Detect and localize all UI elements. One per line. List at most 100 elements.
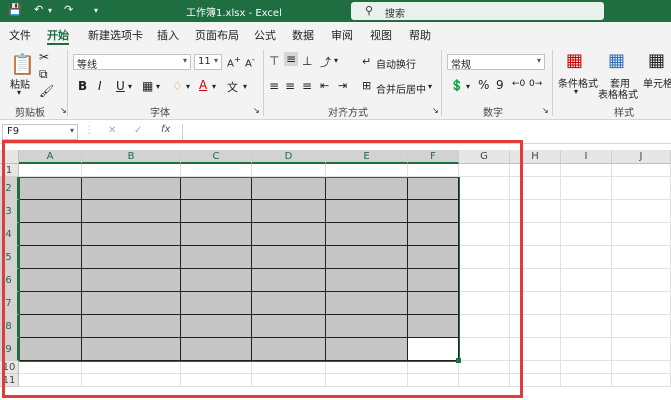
grid-cell[interactable] [561, 374, 612, 387]
font-launcher-icon[interactable]: ↘ [253, 106, 260, 115]
merge-dropdown-icon[interactable]: ▾ [428, 82, 432, 91]
conditional-format-dropdown-icon[interactable]: ▾ [574, 87, 578, 96]
name-box[interactable]: F9 ▾ [2, 124, 78, 140]
grid-cell[interactable] [561, 361, 612, 374]
tab-page-layout[interactable]: 页面布局 [195, 27, 239, 43]
tab-new-tab[interactable]: 新建选项卡 [88, 27, 143, 43]
tab-data[interactable]: 数据 [292, 27, 314, 43]
alignment-launcher-icon[interactable]: ↘ [432, 106, 439, 115]
tab-insert[interactable]: 插入 [157, 27, 179, 43]
number-format-select[interactable]: 常规 ▾ [447, 54, 545, 71]
group-divider [67, 50, 68, 116]
comma-style-button[interactable]: 9 [496, 78, 504, 92]
tab-home[interactable]: 开始 [47, 27, 69, 45]
grid-cell[interactable] [561, 292, 612, 315]
clipboard-launcher-icon[interactable]: ↘ [60, 106, 67, 115]
copy-icon[interactable]: ⧉ [39, 67, 48, 82]
grid-cell[interactable] [612, 177, 671, 200]
orientation-dropdown-icon[interactable]: ▾ [334, 56, 338, 65]
align-center-icon[interactable]: ≡ [285, 79, 295, 93]
redo-icon[interactable]: ↷ [64, 3, 73, 16]
align-bottom-icon[interactable]: ⊥ [302, 54, 312, 68]
accounting-format-icon[interactable]: 💲 [450, 79, 464, 92]
underline-dropdown-icon[interactable]: ▾ [128, 82, 132, 91]
increase-font-icon[interactable]: A+ [227, 54, 241, 69]
grid-cell[interactable] [612, 269, 671, 292]
cancel-formula-button[interactable]: ✕ [108, 125, 116, 136]
search-box[interactable]: ⚲ 搜索 [351, 2, 604, 20]
paste-icon[interactable]: 📋 [10, 52, 35, 76]
increase-indent-icon[interactable]: ⇥ [338, 79, 347, 92]
font-size-select[interactable]: 11 ▾ [194, 54, 222, 70]
grid-cell[interactable] [561, 338, 612, 361]
format-as-table-line2[interactable]: 表格格式 [598, 86, 638, 101]
font-name-select[interactable]: 等线 ▾ [73, 54, 191, 71]
increase-decimal-icon[interactable]: ←0 [512, 79, 525, 89]
grid-cell[interactable] [612, 164, 671, 177]
grid-cell[interactable] [561, 200, 612, 223]
accounting-dropdown-icon[interactable]: ▾ [466, 82, 470, 91]
column-header-j[interactable]: J [612, 150, 671, 164]
align-left-icon[interactable]: ≡ [269, 79, 279, 93]
borders-icon[interactable]: ▦ [142, 79, 153, 93]
phonetic-guide-icon[interactable]: 文 [227, 79, 238, 95]
tab-formulas[interactable]: 公式 [254, 27, 276, 43]
grid-cell[interactable] [612, 315, 671, 338]
cell-styles-button[interactable]: 单元格 [643, 75, 671, 90]
save-icon[interactable]: 💾 [8, 3, 22, 16]
insert-function-button[interactable]: fx [161, 124, 170, 135]
italic-button[interactable]: I [98, 79, 102, 93]
grid-cell[interactable] [561, 246, 612, 269]
decrease-indent-icon[interactable]: ⇤ [320, 79, 329, 92]
fill-color-dropdown-icon[interactable]: ▾ [186, 82, 190, 91]
cell-styles-icon[interactable]: ▦ [648, 50, 665, 71]
cut-icon[interactable]: ✂ [39, 50, 49, 64]
align-right-icon[interactable]: ≡ [302, 79, 312, 93]
decrease-font-icon[interactable]: A- [245, 54, 255, 69]
grid-cell[interactable] [612, 246, 671, 269]
grid-cell[interactable] [612, 338, 671, 361]
merge-center-icon[interactable]: ⊞ [362, 79, 371, 92]
underline-button[interactable]: U [116, 79, 125, 93]
customize-quick-access-icon[interactable]: ▾ [94, 6, 98, 15]
align-middle-icon[interactable]: ≡ [284, 52, 299, 66]
enter-formula-button[interactable]: ✓ [134, 125, 142, 136]
tab-view[interactable]: 视图 [370, 27, 392, 43]
format-painter-icon[interactable]: 🖌 [39, 84, 54, 98]
grid-cell[interactable] [561, 164, 612, 177]
bold-button[interactable]: B [78, 79, 87, 93]
grid-cell[interactable] [561, 269, 612, 292]
grid-cell[interactable] [612, 374, 671, 387]
undo-dropdown-icon[interactable]: ▾ [48, 6, 52, 15]
tab-review[interactable]: 审阅 [331, 27, 353, 43]
wrap-text-button[interactable]: 自动换行 [376, 56, 416, 71]
grid-cell[interactable] [612, 200, 671, 223]
fill-color-icon[interactable]: ♢ [172, 79, 183, 93]
grid-cell[interactable] [612, 223, 671, 246]
grid-cell[interactable] [612, 292, 671, 315]
grid-cell[interactable] [561, 315, 612, 338]
column-header-i[interactable]: I [561, 150, 612, 164]
font-color-icon[interactable]: A [199, 78, 207, 92]
borders-dropdown-icon[interactable]: ▾ [156, 82, 160, 91]
decrease-decimal-icon[interactable]: 0→ [529, 79, 542, 89]
merge-center-button[interactable]: 合并后居中 [376, 81, 426, 96]
conditional-format-icon[interactable]: ▦ [566, 50, 583, 71]
percent-style-button[interactable]: % [478, 78, 489, 92]
format-as-table-icon[interactable]: ▦ [608, 50, 625, 71]
align-top-icon[interactable]: ⊤ [269, 54, 279, 68]
paste-dropdown-icon[interactable]: ▾ [17, 88, 21, 97]
grid-cell[interactable] [612, 361, 671, 374]
grid-cell[interactable] [561, 223, 612, 246]
phonetic-dropdown-icon[interactable]: ▾ [243, 82, 247, 91]
number-launcher-icon[interactable]: ↘ [542, 106, 549, 115]
orientation-icon[interactable]: ⤴ [320, 54, 331, 70]
undo-icon[interactable]: ↶ [34, 3, 43, 16]
grid-cell[interactable] [561, 177, 612, 200]
tab-file[interactable]: 文件 [9, 27, 31, 43]
wrap-text-icon[interactable]: ↵ [362, 55, 371, 68]
font-color-dropdown-icon[interactable]: ▾ [212, 82, 216, 91]
tab-help[interactable]: 帮助 [409, 27, 431, 43]
group-divider [441, 50, 442, 116]
formula-input[interactable] [184, 123, 669, 141]
